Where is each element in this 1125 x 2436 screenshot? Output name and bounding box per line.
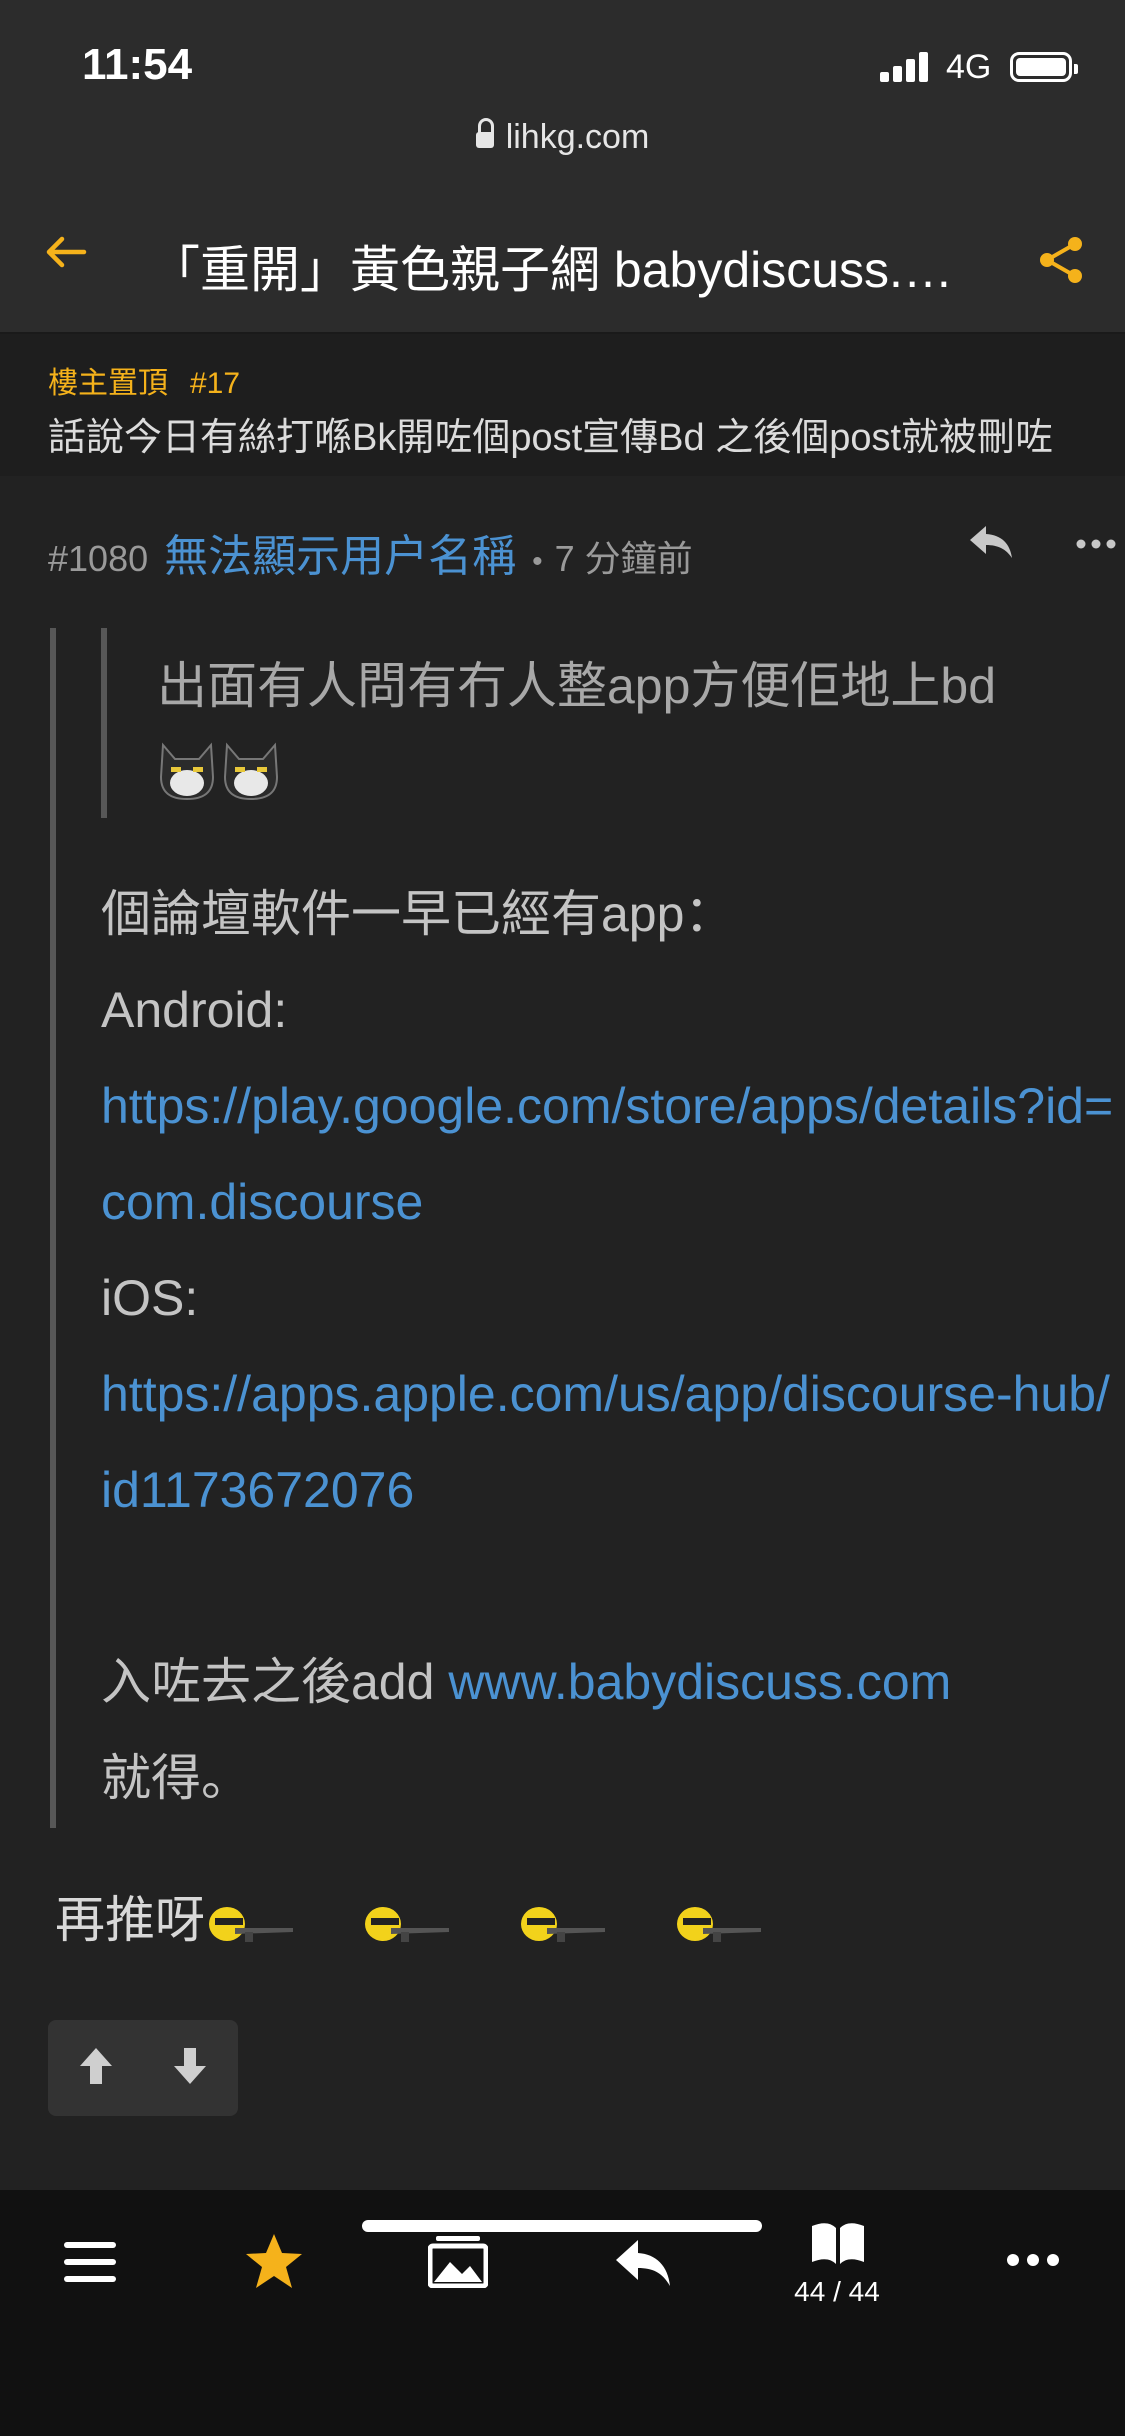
android-link[interactable]: https://play.google.com/store/apps/detai… — [101, 1078, 1113, 1230]
thread-topbar: 「重開」黃色親子網 babydiscuss.com — [0, 190, 1125, 334]
pinned-label: 樓主置頂 #17 — [48, 358, 240, 402]
url-text: lihkg.com — [505, 118, 650, 156]
pinned-floor: #17 — [190, 367, 241, 400]
home-indicator[interactable] — [362, 2220, 762, 2232]
url-bar[interactable]: lihkg.com — [0, 118, 1125, 157]
ios-label: iOS: — [101, 1270, 199, 1326]
gun-emoticon-icon — [209, 1906, 293, 1942]
vote-box — [48, 2020, 238, 2116]
more-icon[interactable] — [1006, 2250, 1060, 2270]
gun-emoticon-icon — [365, 1906, 449, 1942]
nested-quote-block: 出面有人問有冇人整app方便佢地上bd — [101, 628, 1067, 818]
pinned-tag: 樓主置頂 — [48, 367, 168, 400]
meta-separator: • — [532, 545, 543, 578]
cat-emoji-icon — [223, 742, 279, 800]
add-suffix: 就得。 — [101, 1750, 251, 1806]
signal-icon — [880, 52, 934, 82]
add-prefix: 入咗去之後add — [101, 1654, 449, 1710]
ios-link[interactable]: https://apps.apple.com/us/app/discourse-… — [101, 1366, 1110, 1518]
downvote-arrow-icon[interactable] — [172, 2046, 208, 2086]
status-bar: 11:54 4G lihkg.com — [0, 0, 1125, 190]
lock-icon — [475, 118, 494, 148]
post-header: #1080 無法顯示用户名稱 • 7 分鐘前 — [48, 520, 1116, 581]
pinned-post-banner[interactable]: 樓主置頂 #17 話說今日有絲打喺Bk開咗個post宣傳Bd 之後個post就被刪… — [0, 334, 1125, 476]
upvote-arrow-icon[interactable] — [78, 2046, 114, 2086]
network-type: 4G — [946, 48, 992, 86]
nested-quote-line: 出面有人問有冇人整app方便佢地上bd — [157, 658, 997, 714]
quoted-line-intro: 個論壇軟件一早已經有app： — [101, 886, 735, 942]
battery-icon — [1010, 52, 1078, 82]
reply-line: 再推呀 — [55, 1880, 829, 1952]
share-icon[interactable] — [1035, 234, 1087, 286]
back-arrow-icon[interactable] — [44, 230, 88, 274]
quoted-body: 個論壇軟件一早已經有app： Android: https://play.goo… — [101, 866, 1121, 1826]
quote-reply-icon[interactable] — [966, 520, 1016, 564]
gun-emoticon-icon — [521, 1906, 605, 1942]
gallery-icon[interactable] — [428, 2234, 488, 2288]
post-time: 7 分鐘前 — [554, 538, 693, 579]
cat-emoji-icon — [159, 742, 215, 800]
status-time: 11:54 — [82, 40, 193, 89]
page-indicator[interactable]: 44 / 44 — [772, 2276, 902, 2308]
reply-icon[interactable] — [612, 2236, 674, 2290]
post-floor: #1080 — [48, 538, 149, 579]
post-username[interactable]: 無法顯示用户名稱 — [164, 532, 516, 581]
pinned-text: 話說今日有絲打喺Bk開咗個post宣傳Bd 之後個post就被刪咗 — [48, 417, 1054, 459]
book-icon[interactable] — [808, 2218, 868, 2268]
site-link[interactable]: www.babydiscuss.com — [448, 1654, 951, 1710]
thread-title: 「重開」黃色親子網 babydiscuss.com — [150, 242, 970, 298]
android-label: Android: — [101, 982, 288, 1038]
reply-text: 再推呀 — [55, 1892, 205, 1948]
nested-quote-text: 出面有人問有冇人整app方便佢地上bd — [157, 646, 1077, 806]
star-icon[interactable] — [244, 2232, 304, 2290]
gun-emoticon-icon — [677, 1906, 761, 1942]
post-more-icon[interactable] — [1074, 524, 1118, 564]
quote-block: 出面有人問有冇人整app方便佢地上bd 個論壇軟件一早已經有app： Andro… — [50, 628, 1113, 1828]
menu-icon[interactable] — [62, 2238, 118, 2286]
